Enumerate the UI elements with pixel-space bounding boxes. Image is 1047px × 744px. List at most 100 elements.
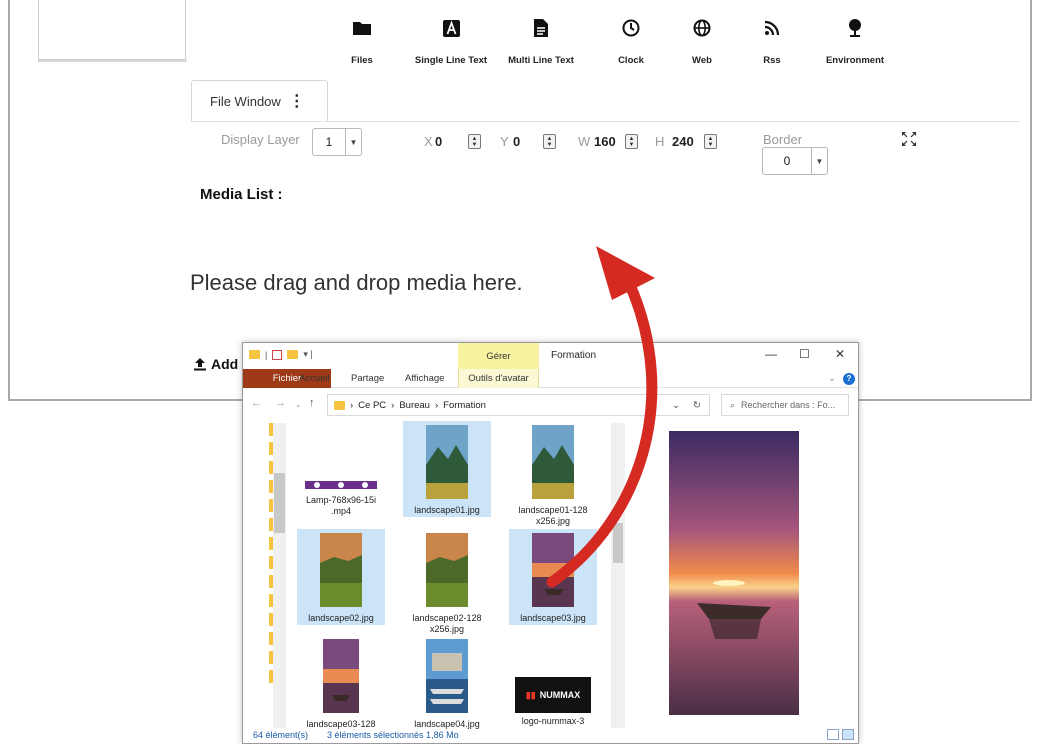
tab-accueil[interactable]: Accueil [299, 369, 330, 388]
document-icon [496, 14, 586, 42]
breadcrumb-item[interactable]: Ce PC [358, 400, 386, 411]
editor-panel: Files Single Line Text Multi Line Text C… [8, 0, 1032, 401]
toolbar-label: Rss [763, 55, 781, 66]
new-folder-icon[interactable] [287, 350, 299, 359]
customize-icon[interactable]: ▾ | [303, 349, 312, 360]
search-input[interactable]: ⌕ Rechercher dans : Fo... [721, 394, 849, 416]
tab-affichage[interactable]: Affichage [405, 369, 444, 388]
address-row: ← → ⌄ ↑ › Ce PC › Bureau › Formation ⌄ ↻… [243, 393, 858, 417]
close-icon[interactable]: ✕ [835, 347, 845, 361]
help-icon[interactable]: ? [843, 373, 855, 385]
up-icon[interactable]: ↑ [309, 397, 315, 409]
refresh-icon[interactable]: ↻ [693, 400, 701, 411]
back-icon[interactable]: ← [251, 397, 262, 409]
maximize-icon[interactable]: ☐ [799, 347, 810, 361]
file-grid-scrollbar[interactable] [611, 423, 625, 728]
drop-zone-hint[interactable]: Please drag and drop media here. [190, 270, 523, 296]
large-icons-view-icon[interactable] [842, 729, 854, 740]
image-thumbnail [323, 639, 359, 713]
tab-partage[interactable]: Partage [351, 369, 384, 388]
image-thumbnail [532, 425, 574, 499]
breadcrumb-item[interactable]: Formation [443, 400, 486, 411]
status-bar: 64 élément(s) 3 éléments sélectionnés 1,… [243, 727, 858, 743]
tab-file-window[interactable]: File Window ⋮ [191, 80, 328, 122]
file-name: landscape01-128 x256.jpg [518, 505, 588, 526]
logo-placeholder [38, 0, 186, 60]
toolbar-single-line-text-button[interactable]: Single Line Text [406, 14, 496, 66]
toolbar-multi-line-text-button[interactable]: Multi Line Text [496, 14, 586, 66]
divider [38, 60, 187, 62]
image-thumbnail [532, 533, 574, 607]
separator: | [265, 349, 268, 360]
tab-label: File Window [210, 94, 281, 109]
x-input[interactable]: 0 [435, 134, 442, 149]
file-name: logo-nummax-3 [521, 716, 585, 726]
toolbar-environment-button[interactable]: Environment [810, 14, 900, 66]
upload-icon [194, 358, 206, 371]
y-input[interactable]: 0 [513, 134, 520, 149]
address-bar[interactable]: › Ce PC › Bureau › Formation ⌄ ↻ [327, 394, 710, 416]
file-item-selected[interactable]: landscape01.jpg [403, 421, 491, 517]
image-thumbnail [426, 425, 468, 499]
w-stepper[interactable]: ▲ ▼ [625, 134, 638, 149]
chevron-right-icon: › [391, 399, 395, 411]
breadcrumb-item[interactable]: Bureau [399, 400, 430, 411]
screen: Files Single Line Text Multi Line Text C… [0, 0, 1047, 744]
h-input[interactable]: 240 [672, 134, 694, 149]
quick-access-toolbar: | ▾ | [249, 349, 313, 360]
add-label: Add [211, 356, 239, 372]
image-thumbnail [426, 639, 468, 713]
text-a-icon [406, 14, 496, 42]
nav-scrollbar[interactable] [273, 423, 286, 728]
toolbar-label: Single Line Text [414, 55, 488, 66]
properties-icon[interactable] [272, 349, 283, 360]
border-select[interactable]: 0 ▼ [762, 147, 828, 175]
explorer-titlebar: | ▾ | Gérer Formation — ☐ ✕ [243, 343, 858, 369]
nummax-logo-icon: ▮▮ [525, 689, 536, 700]
file-item[interactable]: landscape02-128 x256.jpg [403, 529, 491, 634]
folder-icon [334, 400, 345, 410]
h-stepper[interactable]: ▲ ▼ [704, 134, 717, 149]
search-placeholder: Rechercher dans : Fo... [741, 400, 836, 410]
file-item[interactable]: ▮▮ NUMMAX logo-nummax-3 [509, 637, 597, 729]
display-layer-value: 1 [325, 135, 333, 149]
toolbar-rss-button[interactable]: Rss [727, 14, 817, 66]
file-item-selected[interactable]: landscape02.jpg [297, 529, 385, 625]
image-thumbnail [320, 533, 362, 607]
fullscreen-icon[interactable] [901, 131, 917, 152]
file-item[interactable]: landscape03-128 [297, 637, 385, 729]
minimize-icon[interactable]: — [765, 347, 777, 361]
file-item-selected[interactable]: landscape03.jpg [509, 529, 597, 625]
add-media-button[interactable]: Add [193, 356, 238, 372]
status-count: 64 élément(s) [253, 730, 309, 740]
chevron-right-icon: › [350, 399, 354, 411]
file-item[interactable]: landscape01-128 x256.jpg [509, 421, 597, 526]
y-label: Y [500, 134, 509, 149]
search-icon: ⌕ [730, 399, 736, 410]
chevron-down-icon[interactable]: ⌄ [828, 369, 836, 388]
folder-icon [317, 14, 407, 42]
display-layer-select[interactable]: 1 ▼ [312, 128, 362, 156]
forward-icon[interactable]: → [275, 397, 286, 409]
chevron-down-icon[interactable]: ⌄ [672, 400, 680, 411]
logo-thumbnail: ▮▮ NUMMAX [515, 677, 591, 713]
details-view-icon[interactable] [827, 729, 839, 740]
x-stepper[interactable]: ▲ ▼ [468, 134, 481, 149]
recent-icon[interactable]: ⌄ [295, 400, 302, 409]
toolbar-files-button[interactable]: Files [317, 14, 407, 66]
file-item[interactable]: Lamp-768x96-15i .mp4 [297, 421, 385, 521]
x-label: X [424, 134, 433, 149]
file-name: landscape02.jpg [308, 613, 374, 623]
border-value: 0 [783, 154, 791, 168]
file-grid: Lamp-768x96-15i .mp4 landscape01.jpg lan… [297, 421, 612, 731]
file-explorer-window: | ▾ | Gérer Formation — ☐ ✕ Fichier Accu… [242, 342, 859, 744]
y-stepper[interactable]: ▲ ▼ [543, 134, 556, 149]
w-input[interactable]: 160 [594, 134, 616, 149]
kebab-icon[interactable]: ⋮ [289, 93, 305, 109]
border-label: Border [763, 132, 803, 147]
file-item[interactable]: landscape04.jpg [403, 637, 491, 729]
tab-outils-avatar[interactable]: Outils d'avatar [458, 369, 539, 388]
chevron-down-icon: ▼ [811, 148, 827, 174]
toolbar-label: Multi Line Text [508, 55, 574, 66]
divider [191, 121, 1020, 122]
